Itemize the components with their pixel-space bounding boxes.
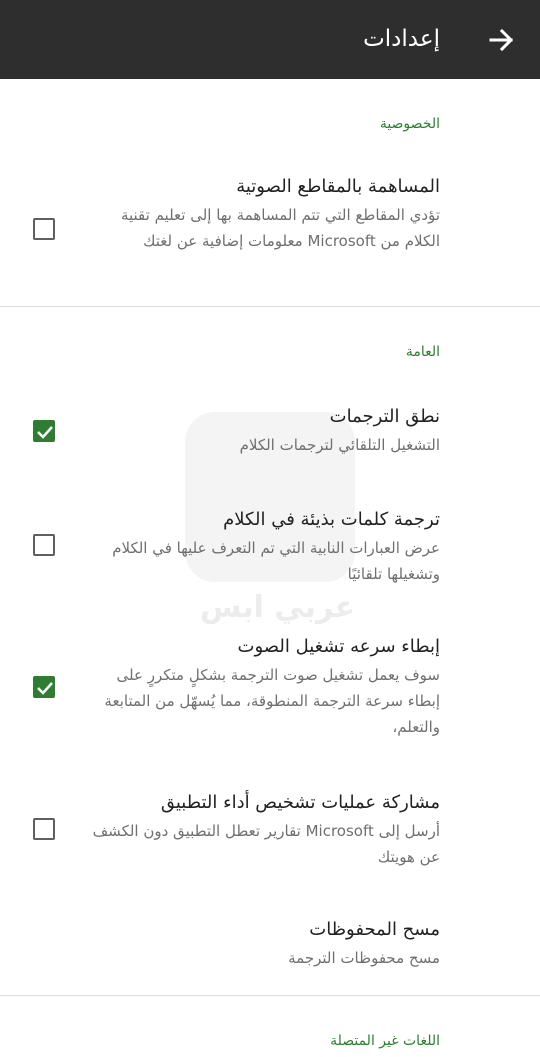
page-title: إعدادات [363,26,440,52]
divider [0,306,540,307]
arrow-right-icon [489,28,514,52]
check-icon [37,426,53,439]
setting-desc: مسح محفوظات الترجمة [288,949,440,967]
setting-title: مسح المحفوظات [309,919,440,940]
setting-title: نطق الترجمات [329,406,440,427]
check-icon [37,682,53,695]
setting-title: المساهمة بالمقاطع الصوتية [236,176,440,197]
profanity-checkbox[interactable] [33,534,55,556]
setting-speak-translations[interactable]: نطق الترجمات التشغيل التلقائي لترجمات ال… [0,402,540,467]
setting-desc: عرض العبارات النابية التي تم التعرف عليه… [112,539,440,583]
section-header-offline: اللغات غير المتصلة [330,1033,440,1049]
slow-playback-checkbox[interactable] [33,676,55,698]
watermark-text: عربي ابس [200,590,356,625]
divider [0,995,540,996]
voice-clips-checkbox[interactable] [33,218,55,240]
setting-desc: سوف يعمل تشغيل صوت الترجمة بشكلٍ متكررٍ … [104,666,440,736]
setting-desc: التشغيل التلقائي لترجمات الكلام [239,436,440,454]
setting-title: ترجمة كلمات بذيئة في الكلام [223,509,440,530]
back-button[interactable] [486,24,518,56]
setting-profanity[interactable]: ترجمة كلمات بذيئة في الكلام عرض العبارات… [0,505,540,595]
setting-slow-playback[interactable]: إبطاء سرعه تشغيل الصوت سوف يعمل تشغيل صو… [0,632,540,747]
setting-desc: أرسل إلى Microsoft تقارير تعطل التطبيق د… [92,822,440,866]
section-header-general: العامة [405,344,440,360]
app-bar: إعدادات [0,0,540,79]
setting-voice-clips[interactable]: المساهمة بالمقاطع الصوتية تؤدي المقاطع ا… [0,172,540,287]
diagnostics-checkbox[interactable] [33,818,55,840]
setting-desc: تؤدي المقاطع التي تتم المساهمة بها إلى ت… [120,206,440,250]
setting-title: إبطاء سرعه تشغيل الصوت [237,636,440,657]
setting-diagnostics[interactable]: مشاركة عمليات تشخيص أداء التطبيق أرسل إل… [0,788,540,878]
speak-translations-checkbox[interactable] [33,420,55,442]
setting-clear-saved[interactable]: مسح المحفوظات مسح محفوظات الترجمة [0,915,540,975]
section-header-privacy: الخصوصية [379,116,440,132]
setting-title: مشاركة عمليات تشخيص أداء التطبيق [160,792,440,813]
